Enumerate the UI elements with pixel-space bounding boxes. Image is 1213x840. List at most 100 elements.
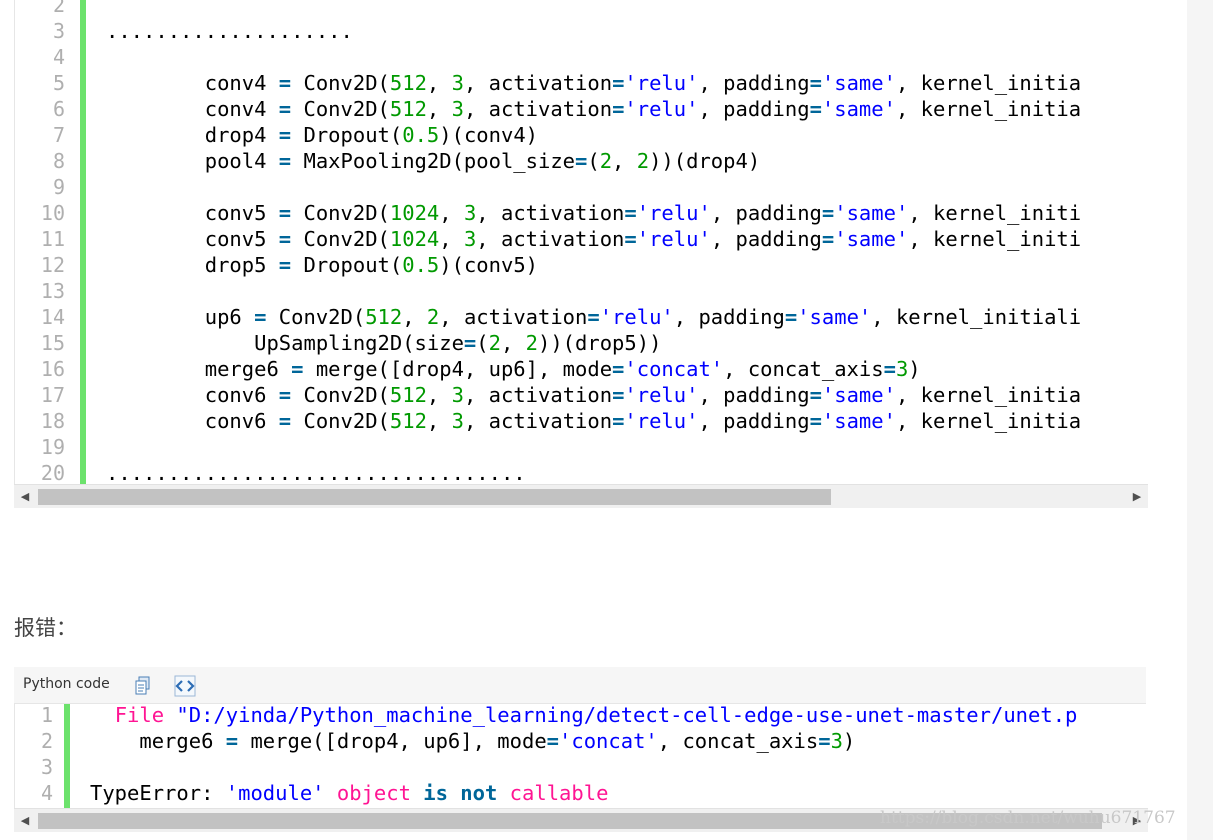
code-token: up6	[106, 305, 255, 329]
code-token: =	[809, 383, 822, 407]
code-token: , activation	[463, 97, 613, 121]
code-token: )(conv4)	[439, 123, 539, 147]
code-token: , kernel_initia	[895, 71, 1082, 95]
copy-icon[interactable]	[134, 676, 152, 696]
line-number-gutter: 1234	[14, 703, 64, 808]
code-token: not	[460, 781, 498, 805]
scroll-left-arrow-icon[interactable]: ◀	[18, 490, 32, 504]
code-token: 3	[451, 97, 464, 121]
scrollbar-thumb[interactable]	[38, 489, 831, 505]
code-token: 0.5	[402, 253, 440, 277]
scroll-left-arrow-icon[interactable]: ◀	[18, 814, 32, 828]
line-number: 5	[52, 71, 65, 95]
code-token: , padding	[698, 97, 810, 121]
code-token: 'relu'	[624, 97, 699, 121]
code-token: =	[612, 383, 625, 407]
code-token: ,	[426, 71, 452, 95]
code-lines[interactable]: .................... conv4 = Conv2D(512,…	[86, 0, 1148, 484]
code-token: drop5	[106, 253, 279, 277]
code-token: =	[612, 409, 625, 433]
line-number: 1	[40, 703, 53, 727]
code-token: 'same'	[821, 71, 896, 95]
code-token: 3	[451, 383, 464, 407]
code-token: 1024	[389, 227, 440, 251]
code-token: 3	[830, 729, 843, 753]
code-token: Conv2D(	[291, 383, 390, 407]
code-token: merge([drop4, up6], mode	[303, 357, 613, 381]
line-number: 4	[52, 45, 65, 69]
code-token: , activation	[476, 227, 625, 251]
code-line: conv4 = Conv2D(512, 3, activation='relu'…	[106, 96, 1081, 122]
code-token: )	[842, 729, 856, 753]
code-token: ,	[612, 149, 637, 173]
code-token: , kernel_initia	[895, 383, 1082, 407]
code-block-1: 2 3 4 5 6 7 8 9 10 11 12 13 14 15 16 17 18 19 20 .........…	[14, 0, 1148, 510]
code-token: , activation	[463, 409, 613, 433]
code-token: ,	[426, 383, 452, 407]
code-token: =	[278, 409, 292, 433]
code-token: 3	[463, 227, 477, 251]
code-token: , activation	[463, 383, 613, 407]
code-token: ,	[439, 201, 464, 225]
code-token: object	[336, 781, 411, 805]
code-token: =	[278, 97, 292, 121]
code-language-title: Python code	[23, 676, 110, 692]
code-token: ,	[426, 409, 452, 433]
code-token: conv6	[106, 409, 279, 433]
code-line: conv5 = Conv2D(1024, 3, activation='relu…	[106, 226, 1081, 252]
code-token: =	[254, 305, 267, 329]
code-token: =	[821, 227, 835, 251]
line-number: 2	[40, 729, 53, 753]
line-number: 19	[40, 435, 65, 459]
code-line: merge6 = merge([drop4, up6], mode='conca…	[106, 356, 921, 382]
line-number: 11	[40, 227, 65, 251]
code-token: 3	[451, 409, 464, 433]
code-token: , concat_axis	[723, 357, 884, 381]
code-line: conv4 = Conv2D(512, 3, activation='relu'…	[106, 70, 1081, 96]
code-token: 'concat'	[559, 729, 658, 753]
code-token: drop4	[106, 123, 279, 147]
code-token: merge([drop4, up6], mode	[238, 729, 547, 753]
code-line: ..................................	[106, 460, 526, 484]
line-number: 17	[40, 383, 65, 407]
line-number: 3	[40, 755, 53, 779]
code-token: ,	[402, 305, 427, 329]
code-token: 2	[525, 331, 538, 355]
code-token: 'relu'	[624, 71, 699, 95]
code-token: 512	[389, 409, 427, 433]
code-line: TypeError: 'module' object is not callab…	[90, 780, 608, 806]
code-token: 'relu'	[636, 201, 711, 225]
code-token: , activation	[439, 305, 588, 329]
view-source-icon[interactable]	[174, 675, 196, 697]
code-token: =	[624, 201, 637, 225]
code-line: conv5 = Conv2D(1024, 3, activation='relu…	[106, 200, 1081, 226]
code-token: 'relu'	[636, 227, 711, 251]
code-token: ))(drop5))	[537, 331, 662, 355]
code-lines[interactable]: File "D:/yinda/Python_machine_learning/d…	[70, 704, 1146, 808]
code-token: TypeError:	[90, 781, 226, 805]
line-number: 18	[40, 409, 65, 433]
code-token: , activation	[476, 201, 625, 225]
code-token: Conv2D(	[291, 227, 390, 251]
code-token: 3	[895, 357, 909, 381]
line-number: 20	[40, 461, 65, 485]
code-token: =	[587, 305, 600, 329]
code-token: 512	[389, 383, 427, 407]
code-token: pool4	[106, 149, 279, 173]
code-token: , padding	[698, 383, 810, 407]
scroll-right-arrow-icon[interactable]: ▶	[1130, 490, 1144, 504]
code-token: =	[278, 149, 292, 173]
code-token: 'same'	[797, 305, 872, 329]
code-token: 'same'	[821, 409, 896, 433]
code-token: callable	[509, 781, 609, 805]
code-token: , padding	[673, 305, 785, 329]
line-number: 4	[40, 781, 53, 805]
code-token: =	[463, 331, 477, 355]
line-number: 16	[40, 357, 65, 381]
code-toolbar: Python code	[14, 667, 1146, 704]
code-token: merge6	[106, 357, 292, 381]
code-token: ,	[426, 97, 452, 121]
horizontal-scrollbar[interactable]: ◀ ▶	[14, 484, 1148, 508]
